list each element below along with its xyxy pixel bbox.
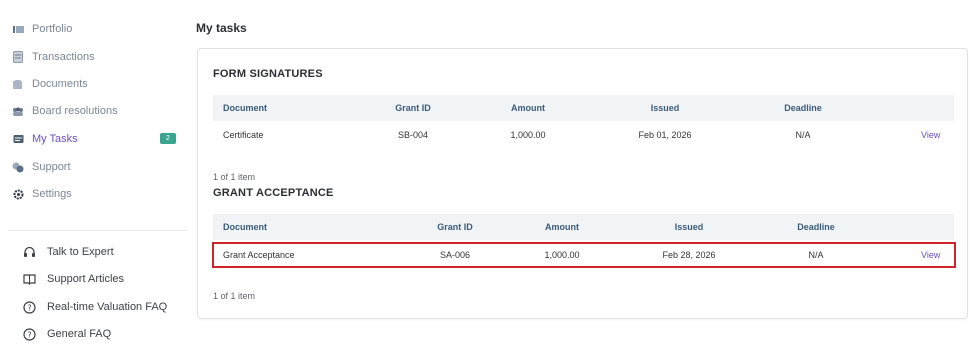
support-icon [12,161,24,173]
status-badge: 2 [160,133,176,144]
cell-amount: 1,000.00 [544,250,580,260]
table-header: Document Grant ID Amount Issued Deadline [213,95,954,121]
sidebar-item-transactions[interactable]: Transactions [12,46,188,68]
documents-icon [12,78,24,90]
transactions-icon [12,51,24,63]
item-count: 1 of 1 item [213,172,256,182]
table-row-highlighted[interactable]: Grant Acceptance SA-006 1,000.00 Feb 28,… [212,242,956,268]
question-icon: ? [22,300,36,314]
column-header-grant-id: Grant ID [395,103,431,113]
sidebar-item-label: Portfolio [32,23,73,35]
view-link[interactable]: View [921,244,940,266]
headset-icon [22,245,36,259]
cell-issued: Feb 28, 2026 [662,250,716,260]
item-count: 1 of 1 item [213,291,256,301]
cell-document: Certificate [223,130,264,140]
table-row: Certificate SB-004 1,000.00 Feb 01, 2026… [213,121,954,149]
cell-amount: 1,000.00 [510,130,546,140]
sidebar-item-label: Transactions [32,51,95,63]
sidebar-item-label: My Tasks [32,133,78,145]
sidebar-item-my-tasks[interactable]: My Tasks 2 [12,128,188,150]
page-title: My tasks [196,21,247,35]
column-header-issued: Issued [650,103,680,113]
help-item-label: Support Articles [47,273,125,285]
sidebar-item-documents[interactable]: Documents [12,73,188,95]
table-header: Document Grant ID Amount Issued Deadline [213,214,954,240]
view-link[interactable]: View [921,121,940,149]
help-item-label: Real-time Valuation FAQ [47,301,168,313]
question-icon: ? [22,327,36,341]
section-title-form-signatures: FORM SIGNATURES [213,68,323,80]
sidebar-item-settings[interactable]: Settings [12,183,188,205]
sidebar-divider [8,230,188,231]
help-support-articles[interactable]: Support Articles [22,268,188,290]
section-title-grant-acceptance: GRANT ACCEPTANCE [213,187,334,199]
help-real-time-valuation-faq[interactable]: ? Real-time Valuation FAQ [22,296,188,318]
sidebar-item-label: Settings [32,188,72,200]
help-item-label: General FAQ [47,328,112,340]
sidebar-item-support[interactable]: Support [12,156,188,178]
portfolio-icon [12,23,24,35]
sidebar-item-label: Documents [32,78,88,90]
sidebar: Portfolio Transactions Documents Board r… [0,0,188,354]
cell-issued: Feb 01, 2026 [638,130,692,140]
cell-grant-id: SB-004 [397,130,429,140]
column-header-document: Document [223,103,268,113]
help-general-faq[interactable]: ? General FAQ [22,323,188,345]
cell-grant-id: SA-006 [439,250,471,260]
sidebar-item-board-resolutions[interactable]: Board resolutions [12,100,188,122]
board-icon [12,105,24,117]
column-header-document: Document [223,222,268,232]
cell-document: Grant Acceptance [223,250,295,260]
book-icon [22,272,36,286]
help-talk-to-expert[interactable]: Talk to Expert [22,241,188,263]
column-header-grant-id: Grant ID [437,222,473,232]
tasks-card: FORM SIGNATURES Document Grant ID Amount… [197,48,968,319]
column-header-amount: Amount [545,222,579,232]
column-header-amount: Amount [511,103,545,113]
column-header-deadline: Deadline [784,103,822,113]
sidebar-item-label: Support [32,161,71,173]
column-header-issued: Issued [674,222,704,232]
svg-text:?: ? [27,330,31,339]
cell-deadline: N/A [808,250,824,260]
column-header-deadline: Deadline [797,222,835,232]
svg-text:?: ? [27,303,31,312]
tasks-icon [12,133,24,145]
gear-icon [12,188,24,200]
sidebar-item-label: Board resolutions [32,105,118,117]
help-item-label: Talk to Expert [47,246,114,258]
sidebar-item-portfolio[interactable]: Portfolio [12,18,188,40]
cell-deadline: N/A [795,130,811,140]
